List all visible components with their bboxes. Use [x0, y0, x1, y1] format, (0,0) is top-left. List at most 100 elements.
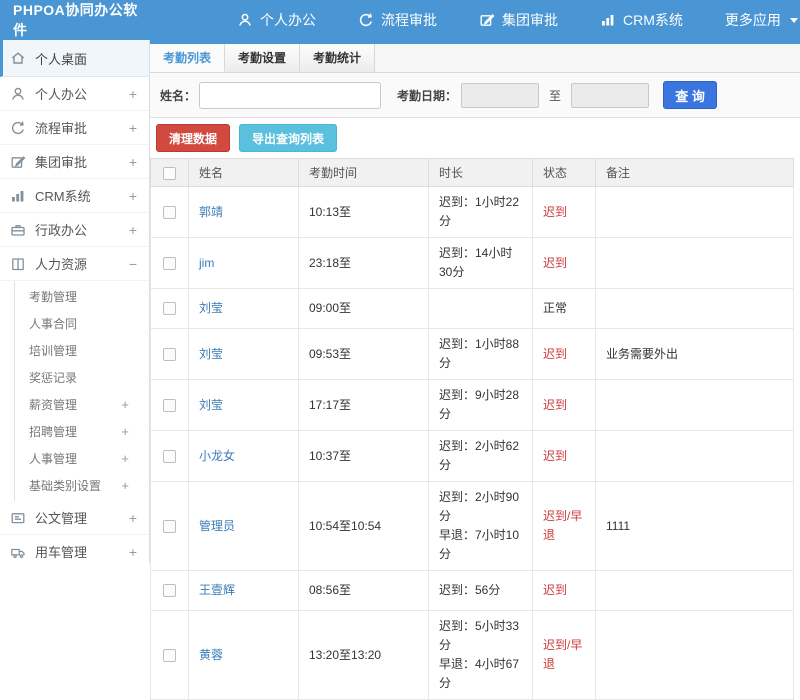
status-badge: 迟到/早退 [532, 610, 596, 700]
sidebar-item-crm-system[interactable]: CRM系统 + [0, 179, 149, 213]
sidebar-subitem-reward-punishment[interactable]: 奖惩记录 [15, 364, 149, 391]
sidebar-subitem-label: 招聘管理 [29, 425, 78, 439]
duration: 迟到：1小时88分 [428, 328, 533, 380]
sidebar-item-document-management[interactable]: 公文管理 + [0, 501, 149, 535]
sidebar-item-vehicle-management[interactable]: 用车管理 + [0, 535, 149, 563]
sidebar-subitem-label: 基础类别设置 [29, 479, 102, 493]
expand-plus-icon[interactable]: + [129, 222, 137, 238]
attendance-time: 10:37至 [298, 430, 429, 482]
sidebar-subitem-personnel-management[interactable]: 人事管理 + [15, 445, 149, 472]
duration: 迟到：2小时62分 [428, 430, 533, 482]
note [595, 288, 794, 329]
duration: 迟到：2小时90分 早退：7小时10分 [428, 481, 533, 571]
sidebar-subitem-base-category-settings[interactable]: 基础类别设置 + [15, 472, 149, 499]
row-checkbox[interactable] [163, 449, 176, 463]
row-checkbox[interactable] [163, 302, 176, 316]
bar-chart-icon [10, 188, 27, 204]
expand-plus-icon[interactable]: + [129, 188, 137, 204]
expand-plus-icon[interactable]: + [129, 120, 137, 136]
table-row: 刘莹 09:00至 正常 [150, 288, 794, 329]
sidebar-item-administrative-office[interactable]: 行政办公 + [0, 213, 149, 247]
employee-name-link[interactable]: 黄蓉 [199, 648, 223, 662]
sidebar-subitem-attendance-management[interactable]: 考勤管理 [15, 283, 149, 310]
employee-name-link[interactable]: 管理员 [199, 519, 235, 533]
attendance-time: 09:00至 [298, 288, 429, 329]
expand-plus-icon[interactable]: + [129, 154, 137, 170]
row-checkbox[interactable] [163, 519, 176, 533]
row-checkbox[interactable] [163, 256, 176, 270]
sidebar-item-workflow-approval[interactable]: 流程审批 + [0, 111, 149, 145]
sidebar-subitem-training-management[interactable]: 培训管理 [15, 337, 149, 364]
employee-name-link[interactable]: 刘莹 [199, 398, 223, 412]
row-checkbox[interactable] [163, 347, 176, 361]
tab-attendance-statistics[interactable]: 考勤统计 [300, 44, 375, 72]
topnav-group-approval[interactable]: 集团审批 [458, 0, 579, 40]
table-row: 黄蓉 13:20至13:20 迟到：5小时33分 早退：4小时67分 迟到/早退 [150, 610, 794, 700]
clear-data-button[interactable]: 清理数据 [156, 124, 231, 152]
note [595, 610, 794, 700]
status-badge: 迟到 [532, 186, 596, 238]
row-checkbox[interactable] [163, 648, 176, 662]
status-badge: 迟到 [532, 237, 596, 289]
export-list-button[interactable]: 导出查询列表 [239, 124, 338, 152]
sidebar-subitem-hr-contract[interactable]: 人事合同 [15, 310, 149, 337]
employee-name-link[interactable]: 刘莹 [199, 347, 223, 361]
table-header-row: 姓名 考勤时间 时长 状态 备注 [150, 158, 794, 187]
row-checkbox[interactable] [163, 398, 176, 412]
tab-attendance-list[interactable]: 考勤列表 [150, 44, 225, 72]
search-button[interactable]: 查 询 [663, 81, 718, 109]
name-filter-input[interactable] [199, 81, 382, 109]
select-all-checkbox[interactable] [163, 166, 176, 180]
employee-name-link[interactable]: 郭靖 [199, 205, 223, 219]
expand-plus-icon[interactable]: + [121, 478, 129, 493]
main-content: 考勤列表 考勤设置 考勤统计 姓名： 考勤日期： 至 查 询 清理数据 导出查询… [150, 40, 800, 700]
sidebar: 个人桌面 个人办公 + 流程审批 + 集团审批 + CRM系统 + 行政办公 + [0, 40, 150, 563]
sidebar-item-personal-office[interactable]: 个人办公 + [0, 77, 149, 111]
table-row: 王壹辉 08:56至 迟到：56分 迟到 [150, 570, 794, 611]
employee-name-link[interactable]: jim [199, 256, 214, 270]
employee-name-link[interactable]: 王壹辉 [199, 583, 235, 597]
expand-plus-icon[interactable]: + [129, 86, 137, 102]
header-name: 姓名 [188, 158, 299, 187]
sidebar-item-label: 个人办公 [35, 87, 88, 102]
table-row: 刘莹 17:17至 迟到：9小时28分 迟到 [150, 379, 794, 431]
person-icon [10, 86, 27, 102]
table-row: 郭靖 10:13至 迟到：1小时22分 迟到 [150, 186, 794, 238]
tab-attendance-settings[interactable]: 考勤设置 [225, 44, 300, 72]
expand-plus-icon[interactable]: + [121, 451, 129, 466]
topnav-workflow-approval[interactable]: 流程审批 [337, 0, 458, 40]
topnav-more-apps[interactable]: 更多应用 [704, 0, 800, 40]
expand-plus-icon[interactable]: + [129, 544, 137, 560]
expand-plus-icon[interactable]: + [121, 397, 129, 412]
note: 1111 [595, 481, 794, 571]
action-bar: 清理数据 导出查询列表 [150, 118, 800, 158]
employee-name-link[interactable]: 小龙女 [199, 449, 235, 463]
sidebar-subitem-salary-management[interactable]: 薪资管理 + [15, 391, 149, 418]
sidebar-item-label: 集团审批 [35, 155, 88, 170]
sidebar-item-group-approval[interactable]: 集团审批 + [0, 145, 149, 179]
sidebar-item-human-resources[interactable]: 人力资源 − [0, 247, 149, 281]
employee-name-link[interactable]: 刘莹 [199, 301, 223, 315]
sidebar-item-label: 个人桌面 [35, 51, 88, 67]
row-checkbox[interactable] [163, 584, 176, 598]
bar-chart-icon [600, 12, 616, 28]
sidebar-subitem-recruitment-management[interactable]: 招聘管理 + [15, 418, 149, 445]
topnav-crm-system[interactable]: CRM系统 [579, 0, 704, 40]
date-to-input[interactable] [571, 82, 650, 108]
topnav-personal-office[interactable]: 个人办公 [216, 0, 337, 40]
header-status: 状态 [532, 158, 596, 187]
collapse-minus-icon[interactable]: − [129, 256, 137, 272]
sidebar-item-personal-desktop[interactable]: 个人桌面 [0, 40, 149, 77]
row-checkbox[interactable] [163, 205, 176, 219]
date-from-input[interactable] [461, 82, 540, 108]
edit-icon [479, 12, 495, 28]
expand-plus-icon[interactable]: + [129, 510, 137, 526]
briefcase-icon [10, 222, 27, 238]
header-duration: 时长 [428, 158, 533, 187]
date-range-to-label: 至 [549, 88, 562, 103]
duration: 迟到：56分 [428, 570, 533, 611]
sidebar-subitem-label: 奖惩记录 [29, 371, 78, 385]
sidebar-subitem-label: 人事合同 [29, 317, 78, 331]
status-badge: 迟到/早退 [532, 481, 596, 571]
expand-plus-icon[interactable]: + [121, 424, 129, 439]
